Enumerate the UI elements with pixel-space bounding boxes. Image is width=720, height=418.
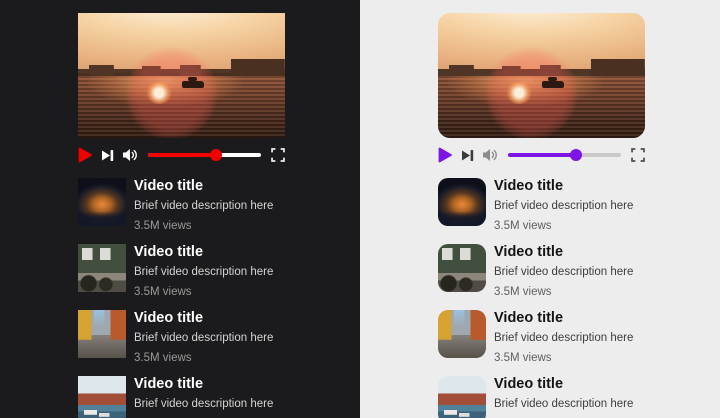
progress-scrubber[interactable] [210, 149, 222, 161]
light-theme-panel: Video title Brief video description here… [360, 0, 720, 418]
video-thumbnail [438, 178, 486, 226]
suggested-videos-list: Video title Brief video description here… [438, 178, 720, 418]
video-views: 3.5M views [134, 352, 273, 364]
video-title: Video title [494, 377, 633, 392]
video-title: Video title [134, 179, 273, 194]
video-description: Brief video description here [134, 200, 273, 212]
video-views: 3.5M views [134, 286, 273, 298]
video-views: 3.5M views [494, 286, 633, 298]
video-description: Brief video description here [494, 398, 633, 410]
video-description: Brief video description here [134, 332, 273, 344]
progress-bar[interactable] [508, 153, 621, 157]
video-views: 3.5M views [494, 220, 633, 232]
boat-silhouette-art [182, 81, 204, 88]
progress-bar[interactable] [148, 153, 261, 157]
volume-icon[interactable] [122, 148, 139, 162]
sun-reflection-art [146, 82, 172, 104]
video-title: Video title [134, 377, 273, 392]
video-thumbnail [438, 376, 486, 418]
video-description: Brief video description here [134, 398, 273, 410]
list-item[interactable]: Video title Brief video description here… [78, 376, 298, 418]
list-item[interactable]: Video title Brief video description here… [438, 310, 658, 364]
video-views: 3.5M views [494, 352, 633, 364]
video-description: Brief video description here [494, 200, 633, 212]
list-item[interactable]: Video title Brief video description here… [78, 244, 298, 298]
video-description: Brief video description here [494, 266, 633, 278]
video-thumbnail [78, 310, 126, 358]
progress-fill [508, 153, 576, 157]
video-player [78, 13, 285, 164]
list-item[interactable]: Video title Brief video description here… [438, 244, 658, 298]
fullscreen-icon[interactable] [271, 148, 285, 162]
skip-next-icon[interactable] [461, 149, 474, 162]
video-title: Video title [494, 245, 633, 260]
video-thumbnail [78, 376, 126, 418]
main-video-thumbnail[interactable] [78, 13, 285, 138]
video-thumbnail [78, 178, 126, 226]
sun-reflection-art [506, 82, 532, 104]
video-thumbnail [438, 310, 486, 358]
suggested-videos-list: Video title Brief video description here… [78, 178, 360, 418]
player-controls [78, 146, 285, 164]
play-button[interactable] [438, 147, 452, 163]
play-button[interactable] [78, 147, 92, 163]
video-player [438, 13, 645, 164]
video-title: Video title [134, 245, 273, 260]
dark-theme-panel: Video title Brief video description here… [0, 0, 360, 418]
player-controls [438, 146, 645, 164]
list-item[interactable]: Video title Brief video description here… [438, 376, 658, 418]
boat-silhouette-art [542, 81, 564, 88]
video-thumbnail [438, 244, 486, 292]
list-item[interactable]: Video title Brief video description here… [78, 310, 298, 364]
video-views: 3.5M views [134, 220, 273, 232]
skip-next-icon[interactable] [101, 149, 114, 162]
video-description: Brief video description here [134, 266, 273, 278]
fullscreen-icon[interactable] [631, 148, 645, 162]
list-item[interactable]: Video title Brief video description here… [78, 178, 298, 232]
progress-fill [148, 153, 216, 157]
video-description: Brief video description here [494, 332, 633, 344]
volume-icon[interactable] [482, 148, 499, 162]
progress-scrubber[interactable] [570, 149, 582, 161]
video-thumbnail [78, 244, 126, 292]
video-title: Video title [494, 311, 633, 326]
list-item[interactable]: Video title Brief video description here… [438, 178, 658, 232]
theme-comparison-stage: Video title Brief video description here… [0, 0, 720, 418]
video-title: Video title [134, 311, 273, 326]
main-video-thumbnail[interactable] [438, 13, 645, 138]
video-title: Video title [494, 179, 633, 194]
